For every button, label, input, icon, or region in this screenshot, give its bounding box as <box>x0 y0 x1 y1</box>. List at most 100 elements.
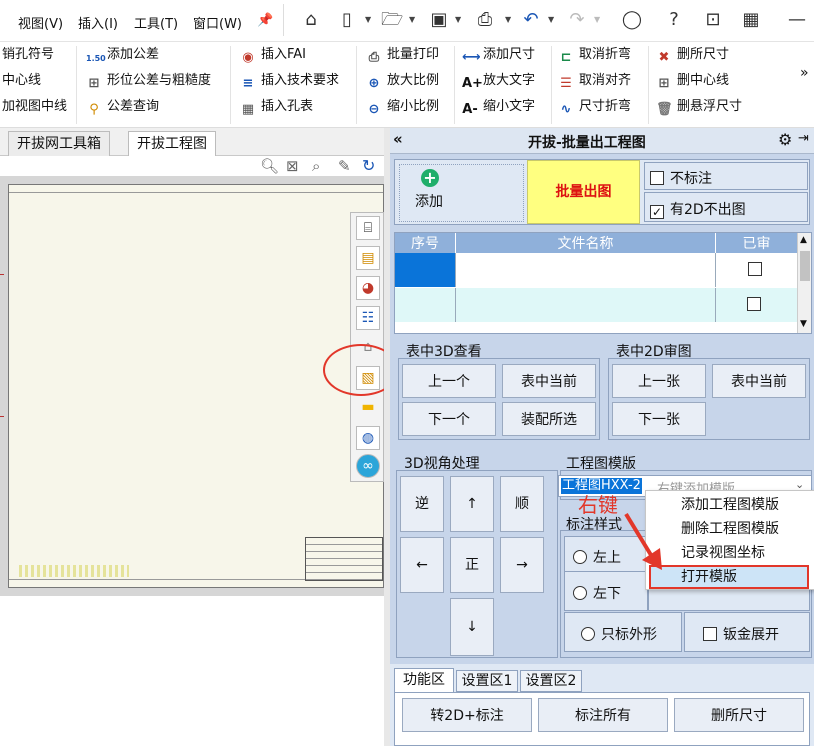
menu-item-delete-template[interactable]: 删除工程图模版 <box>646 517 814 541</box>
table-scrollbar[interactable]: ▲ ▼ <box>797 233 811 333</box>
chevron-down-icon[interactable]: ▼ <box>365 15 371 24</box>
zoom-out-scale-button[interactable]: ⊖ 缩小比例 <box>366 96 439 118</box>
tab-settings-1[interactable]: 设置区1 <box>456 670 518 692</box>
view-front-button[interactable]: 正 <box>450 537 494 593</box>
chevron-down-icon[interactable]: ▼ <box>548 15 554 24</box>
reviewed-checkbox[interactable] <box>747 297 761 311</box>
gdt-roughness-button[interactable]: ⊞ 形位公差与粗糙度 <box>86 70 211 92</box>
table-row[interactable] <box>395 253 797 287</box>
zoom-in-scale-button[interactable]: ⊕ 放大比例 <box>366 70 439 92</box>
link-icon[interactable]: ∞ <box>356 454 380 478</box>
grid-icon[interactable]: ▦ <box>740 9 762 31</box>
next-sheet-button[interactable]: 下一张 <box>612 402 706 436</box>
scroll-up-icon[interactable]: ▲ <box>800 235 807 245</box>
prev-3d-button[interactable]: 上一个 <box>402 364 496 398</box>
undo-icon[interactable]: ↶ <box>520 9 542 31</box>
collapse-icon[interactable]: « <box>393 130 403 148</box>
scroll-thumb[interactable] <box>800 251 810 281</box>
scroll-down-icon[interactable]: ▼ <box>800 319 807 329</box>
insert-fai-button[interactable]: ◉ 插入FAI <box>240 44 306 66</box>
user-icon[interactable]: ◯ <box>621 9 643 31</box>
help-icon[interactable]: ? <box>663 9 685 31</box>
dimension-bend-button[interactable]: ∿ 尺寸折弯 <box>558 96 631 118</box>
new-file-icon[interactable]: ▯ <box>336 9 358 31</box>
to-2d-annotate-button[interactable]: 转2D+标注 <box>402 698 532 732</box>
list-icon[interactable]: ☷ <box>356 306 380 330</box>
batch-output-button[interactable]: 批量出图 <box>527 160 640 224</box>
sheetmetal-checkbox[interactable]: 钣金展开 <box>684 612 810 652</box>
rotate-icon[interactable]: ↻ <box>362 156 375 175</box>
drawing-icon[interactable]: ▤ <box>356 246 380 270</box>
rotate-ccw-button[interactable]: 逆 <box>400 476 444 532</box>
zoom-icon[interactable]: 🔍︎ <box>260 157 279 175</box>
insert-tech-req-button[interactable]: ≡ 插入技术要求 <box>240 70 339 92</box>
shrink-text-button[interactable]: A- 缩小文字 <box>462 96 535 118</box>
add-tolerance-button[interactable]: 1.50添加公差 <box>86 44 159 66</box>
insert-hole-table-button[interactable]: ▦ 插入孔表 <box>240 96 313 118</box>
reviewed-checkbox[interactable] <box>748 262 762 276</box>
no-annotate-checkbox[interactable]: 不标注 <box>644 162 808 190</box>
zoom-area-icon[interactable]: ⌕ <box>312 157 320 175</box>
row-filename-cell[interactable] <box>455 253 715 287</box>
checkbox[interactable] <box>650 171 664 185</box>
menu-item-open-template[interactable]: 打开模版 <box>649 565 809 589</box>
assembly-select-button[interactable]: 装配所选 <box>502 402 596 436</box>
radio[interactable] <box>573 550 587 564</box>
enlarge-text-button[interactable]: A+放大文字 <box>462 70 535 92</box>
checkbox-checked[interactable]: ✓ <box>650 205 664 219</box>
open-folder-icon[interactable]: 🗁 <box>381 9 403 31</box>
folder-icon[interactable]: ▬ <box>356 396 380 420</box>
radio[interactable] <box>581 627 595 641</box>
centerline-button[interactable]: 中心线 <box>2 70 41 92</box>
next-3d-button[interactable]: 下一个 <box>402 402 496 436</box>
row-reviewed-cell[interactable] <box>715 253 797 287</box>
current-2d-button[interactable]: 表中当前 <box>712 364 806 398</box>
chevron-down-icon[interactable]: ▼ <box>409 15 415 24</box>
delete-all-dims-button[interactable]: ✖ 删所尺寸 <box>656 44 729 66</box>
view-centerline-button[interactable]: 加视图中线 <box>2 96 67 118</box>
add-button[interactable]: + 添加 <box>399 164 524 222</box>
color-wheel-icon[interactable]: ◕ <box>356 276 380 300</box>
delete-floating-dims-button[interactable]: 🗑 删悬浮尺寸 <box>656 96 742 118</box>
menu-view[interactable]: 视图(V) <box>18 13 63 32</box>
rotate-cw-button[interactable]: 顺 <box>500 476 544 532</box>
zoom-fit-icon[interactable]: ⊠ <box>286 157 299 175</box>
checkbox[interactable] <box>703 627 717 641</box>
tab-toolbox[interactable]: 开拔网工具箱 <box>8 131 110 156</box>
tab-functions[interactable]: 功能区 <box>394 668 454 692</box>
home-icon[interactable]: ⌂ <box>300 9 322 31</box>
ribbon-more-icon[interactable]: » <box>800 62 809 84</box>
batch-print-button[interactable]: ⎙ 批量打印 <box>366 44 439 66</box>
delete-centerline-button[interactable]: ⊞ 删中心线 <box>656 70 729 92</box>
minimize-icon[interactable]: — <box>786 9 808 31</box>
table-row[interactable] <box>395 288 797 322</box>
skip-2d-checkbox[interactable]: ✓ 有2D不出图 <box>644 192 808 222</box>
hole-symbol-button[interactable]: 销孔符号 <box>2 44 54 66</box>
collapse-icon[interactable]: ⊡ <box>702 9 724 31</box>
menu-window[interactable]: 窗口(W) <box>193 13 242 32</box>
add-dimension-button[interactable]: ⟷ 添加尺寸 <box>462 44 535 66</box>
menu-tools[interactable]: 工具(T) <box>134 13 178 32</box>
cancel-bend-button[interactable]: ⊏ 取消折弯 <box>558 44 631 66</box>
cancel-align-button[interactable]: ☰ 取消对齐 <box>558 70 631 92</box>
save-icon[interactable]: ▣ <box>428 9 450 31</box>
menu-item-add-template[interactable]: 添加工程图模版 <box>646 493 814 517</box>
view-right-button[interactable]: → <box>500 537 544 593</box>
print-icon[interactable]: ⎙ <box>474 9 496 31</box>
tab-drawing[interactable]: 开拔工程图 <box>128 131 216 156</box>
cylinder-icon[interactable]: ⌸ <box>356 216 380 240</box>
annotate-all-button[interactable]: 标注所有 <box>538 698 668 732</box>
view-left-button[interactable]: ← <box>400 537 444 593</box>
pin-icon[interactable]: 📌 <box>257 13 273 28</box>
gear-icon[interactable]: ⚙ <box>778 130 792 149</box>
menu-insert[interactable]: 插入(I) <box>78 13 118 32</box>
pin-icon[interactable]: ⇥ <box>798 131 809 146</box>
drawing-canvas[interactable] <box>0 176 384 596</box>
style-bottom-left-radio[interactable]: 左下 <box>564 571 648 611</box>
delete-all-dims-panel-button[interactable]: 删所尺寸 <box>674 698 804 732</box>
tolerance-lookup-button[interactable]: ⚲ 公差查询 <box>86 96 159 118</box>
sketch-icon[interactable]: ✎ <box>338 157 351 175</box>
menu-item-record-view[interactable]: 记录视图坐标 <box>646 541 814 565</box>
chevron-down-icon[interactable]: ▼ <box>505 15 511 24</box>
chevron-down-icon[interactable]: ▼ <box>455 15 461 24</box>
